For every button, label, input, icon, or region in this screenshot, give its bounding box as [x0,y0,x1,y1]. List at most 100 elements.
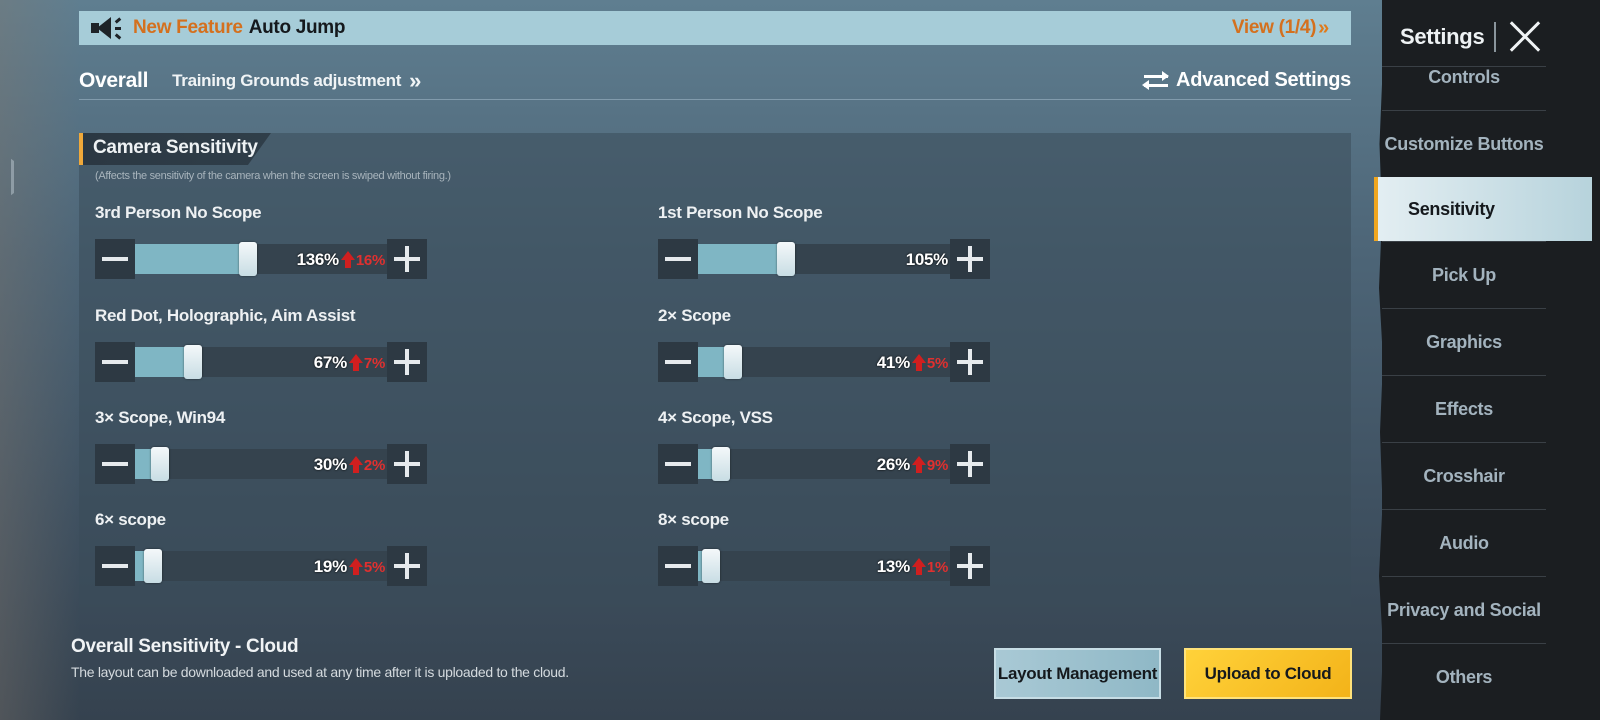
sidebar-item-customize-buttons[interactable]: Customize Buttons [1382,110,1546,177]
slider-label: 2× Scope [658,306,731,325]
increase-button[interactable] [387,546,427,586]
slider-track[interactable]: 41% 5% [698,345,950,379]
slider-setting: 8× scope 13% 1% [658,510,990,586]
slider-value: 67% [313,353,347,372]
sidebar-item-effects[interactable]: Effects [1382,375,1546,442]
increase-button[interactable] [387,342,427,382]
sidebar-item-sensitivity[interactable]: Sensitivity [1374,177,1592,241]
slider-track[interactable]: 30% 2% [135,447,387,481]
increase-button[interactable] [387,239,427,279]
slider-control: 30% 2% [95,444,427,484]
slider-thumb[interactable] [184,345,202,379]
slider-label: 4× Scope, VSS [658,408,773,427]
up-arrow-icon [911,354,926,372]
slider-delta: 2% [363,456,385,474]
slider-setting: 4× Scope, VSS 26% 9% [658,408,990,484]
advanced-settings-button[interactable]: Advanced Settings [1142,69,1351,92]
slider-thumb[interactable] [151,447,169,481]
background-glow [0,0,80,720]
slider-thumb[interactable] [702,549,720,583]
increase-button[interactable] [950,444,990,484]
slider-thumb[interactable] [239,242,257,276]
slider-thumb[interactable] [712,447,730,481]
slider-track[interactable]: 13% 1% [698,549,950,583]
layout-management-button[interactable]: Layout Management [994,648,1161,699]
slider-track[interactable]: 105% [698,242,950,276]
decrease-button[interactable] [95,239,135,279]
banner-view-label: View (1/4) [1231,17,1317,38]
decrease-button[interactable] [95,444,135,484]
slider-fill [698,244,786,274]
slider-value: 13% [876,557,910,576]
slider-track[interactable]: 136% 16% [135,242,387,276]
slider-fill [135,244,248,274]
cloud-section-title: Overall Sensitivity - Cloud [71,636,299,657]
sidebar-item-crosshair[interactable]: Crosshair [1382,442,1546,509]
slider-delta: 1% [926,558,948,576]
upload-to-cloud-button[interactable]: Upload to Cloud [1184,648,1352,699]
slider-track[interactable]: 26% 9% [698,447,950,481]
increase-button[interactable] [387,444,427,484]
speaker-icon [91,15,127,41]
decrease-button[interactable] [95,342,135,382]
close-icon[interactable] [1508,20,1542,54]
slider-readout: 30% 2% [313,455,386,475]
up-arrow-icon [911,456,926,474]
slider-control: 67% 7% [95,342,427,382]
feature-banner[interactable]: New Feature Auto Jump View (1/4) » [79,11,1351,45]
sidebar-item-controls[interactable]: Controls [1382,66,1546,110]
slider-value: 105% [905,250,949,269]
slider-thumb[interactable] [724,345,742,379]
slider-track[interactable]: 19% 5% [135,549,387,583]
slider-delta: 9% [926,456,948,474]
slider-setting: 3× Scope, Win94 30% 2% [95,408,427,484]
sidebar-item-others[interactable]: Others [1382,643,1546,710]
slider-readout: 136% 16% [296,250,386,270]
slider-value: 26% [876,455,910,474]
slider-control: 26% 9% [658,444,990,484]
tab-training-label: Training Grounds adjustment [172,70,402,90]
increase-button[interactable] [950,546,990,586]
slider-delta: 7% [363,354,385,372]
slider-readout: 26% 9% [876,455,949,475]
section-header-stripe [79,133,83,165]
decrease-button[interactable] [95,546,135,586]
slider-value: 30% [313,455,347,474]
up-arrow-icon [348,558,363,576]
increase-button[interactable] [950,239,990,279]
tab-training-grounds[interactable]: Training Grounds adjustment » [172,68,421,94]
slider-value: 19% [313,557,347,576]
slider-thumb[interactable] [144,549,162,583]
slider-readout: 41% 5% [877,353,949,373]
slider-value: 136% [296,250,340,269]
advanced-settings-label: Advanced Settings [1176,69,1351,91]
banner-view-button[interactable]: View (1/4) » [1232,17,1329,40]
sidebar-item-pick-up[interactable]: Pick Up [1382,241,1546,308]
up-arrow-icon [348,456,363,474]
decrease-button[interactable] [658,444,698,484]
slider-delta: 5% [926,354,948,372]
slider-control: 41% 5% [658,342,990,382]
cloud-section-description: The layout can be downloaded and used at… [71,664,569,680]
slider-setting: 2× Scope 41% 5% [658,306,990,382]
slider-setting: 6× scope 19% 5% [95,510,427,586]
tab-overall[interactable]: Overall [79,69,148,93]
double-chevron-right-icon: » [1318,16,1329,39]
decrease-button[interactable] [658,239,698,279]
slider-thumb[interactable] [777,242,795,276]
decrease-button[interactable] [658,546,698,586]
increase-button[interactable] [950,342,990,382]
sidebar-item-privacy-and-social[interactable]: Privacy and Social [1382,576,1546,643]
slider-control: 136% 16% [95,239,427,279]
slider-control: 105% [658,239,990,279]
section-title: Camera Sensitivity [93,137,258,158]
sidebar-menu: Controls Customize Buttons Sensitivity Pick… [1374,66,1600,710]
sidebar-item-graphics[interactable]: Graphics [1382,308,1546,375]
slider-setting: 3rd Person No Scope 136% 16% [95,203,427,279]
slider-track[interactable]: 67% 7% [135,345,387,379]
sidebar-item-audio[interactable]: Audio [1382,509,1546,576]
slider-delta: 16% [355,251,385,269]
slider-delta: 5% [363,558,385,576]
slider-setting: 1st Person No Scope 105% [658,203,990,279]
decrease-button[interactable] [658,342,698,382]
